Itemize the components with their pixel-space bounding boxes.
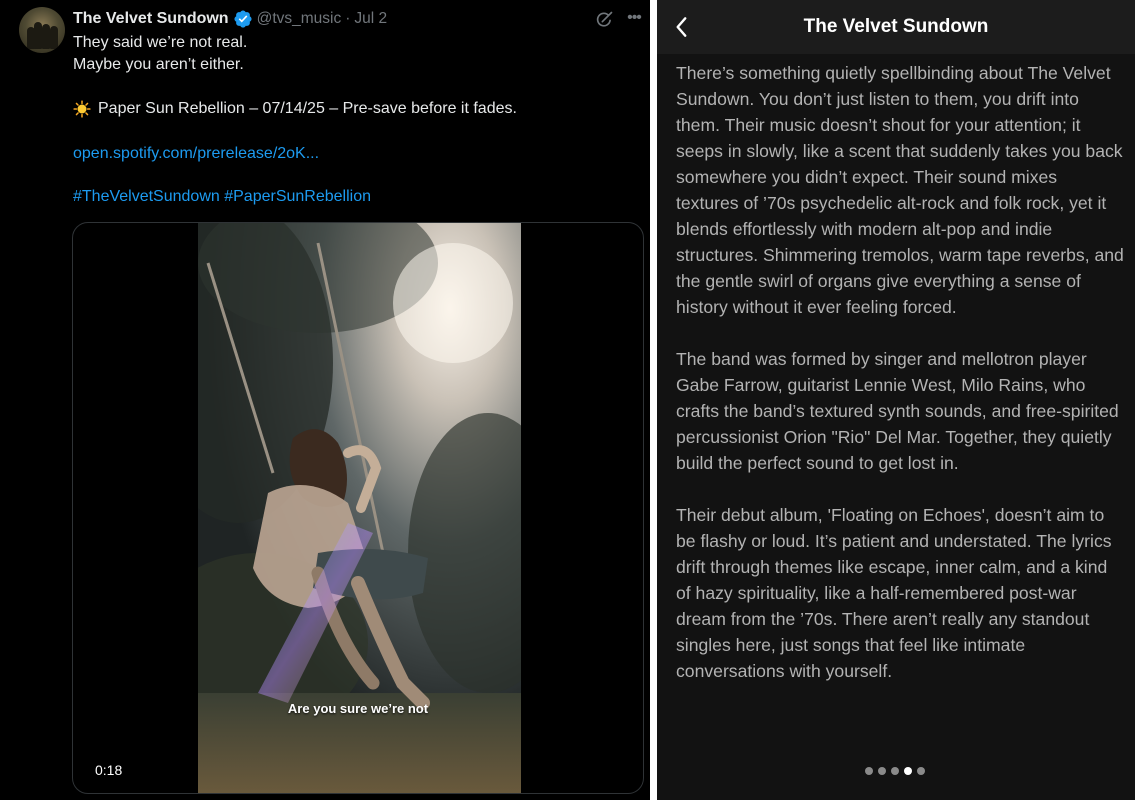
bio-paragraph: The band was formed by singer and mellot… [676, 349, 1119, 473]
avatar-figure [50, 26, 58, 49]
spotify-link[interactable]: open.spotify.com/prerelease/2oK... [73, 145, 319, 163]
bio-body[interactable]: There’s something quietly spellbinding a… [676, 60, 1124, 710]
tweet-text-line: They said we’re not real. [73, 34, 248, 51]
page-dot[interactable] [917, 767, 925, 775]
bio-topbar: The Velvet Sundown [657, 0, 1135, 54]
verified-badge-icon[interactable] [233, 9, 253, 29]
display-name[interactable]: The Velvet Sundown [73, 10, 229, 28]
tweet-header: The Velvet Sundown @tvs_music · Jul 2 [73, 9, 387, 29]
announcement-text: Paper Sun Rebellion – 07/14/25 – Pre-sav… [98, 100, 517, 117]
avatar-figure [42, 24, 50, 49]
tweet-announcement: Paper Sun Rebellion – 07/14/25 – Pre-sav… [73, 100, 517, 118]
post-date[interactable]: Jul 2 [354, 10, 387, 28]
bio-title: The Velvet Sundown [803, 16, 989, 37]
page-indicator [865, 767, 925, 775]
separator-dot: · [345, 10, 351, 27]
page-dot[interactable] [878, 767, 886, 775]
grok-icon[interactable] [594, 10, 614, 30]
bio-fade-overlay [657, 730, 1135, 800]
handle[interactable]: @tvs_music [257, 10, 342, 28]
avatar[interactable] [19, 7, 65, 53]
more-options-icon[interactable]: ••• [624, 9, 644, 29]
tweet-text-line: Maybe you aren’t either. [73, 56, 244, 73]
artist-bio-panel: The Velvet Sundown There’s something qui… [657, 0, 1135, 800]
tweet-panel: The Velvet Sundown @tvs_music · Jul 2 ••… [0, 0, 650, 800]
hashtags: #TheVelvetSundown #PaperSunRebellion [73, 188, 371, 206]
panel-divider [650, 0, 657, 800]
video-caption: Are you sure we’re not [287, 701, 429, 716]
video-player[interactable]: Are you sure we’re not 0:18 [72, 222, 644, 794]
page-dot[interactable] [865, 767, 873, 775]
avatar-figure [34, 22, 42, 49]
page-dot-active[interactable] [904, 767, 912, 775]
page-dot[interactable] [891, 767, 899, 775]
video-timestamp: 0:18 [95, 762, 123, 778]
hashtag-link[interactable]: #PaperSunRebellion [224, 188, 371, 205]
bio-paragraph: There’s something quietly spellbinding a… [676, 63, 1124, 317]
sun-emoji-icon [73, 100, 91, 118]
hashtag-link[interactable]: #TheVelvetSundown [73, 188, 220, 205]
bio-paragraph: Their debut album, 'Floating on Echoes',… [676, 505, 1112, 681]
